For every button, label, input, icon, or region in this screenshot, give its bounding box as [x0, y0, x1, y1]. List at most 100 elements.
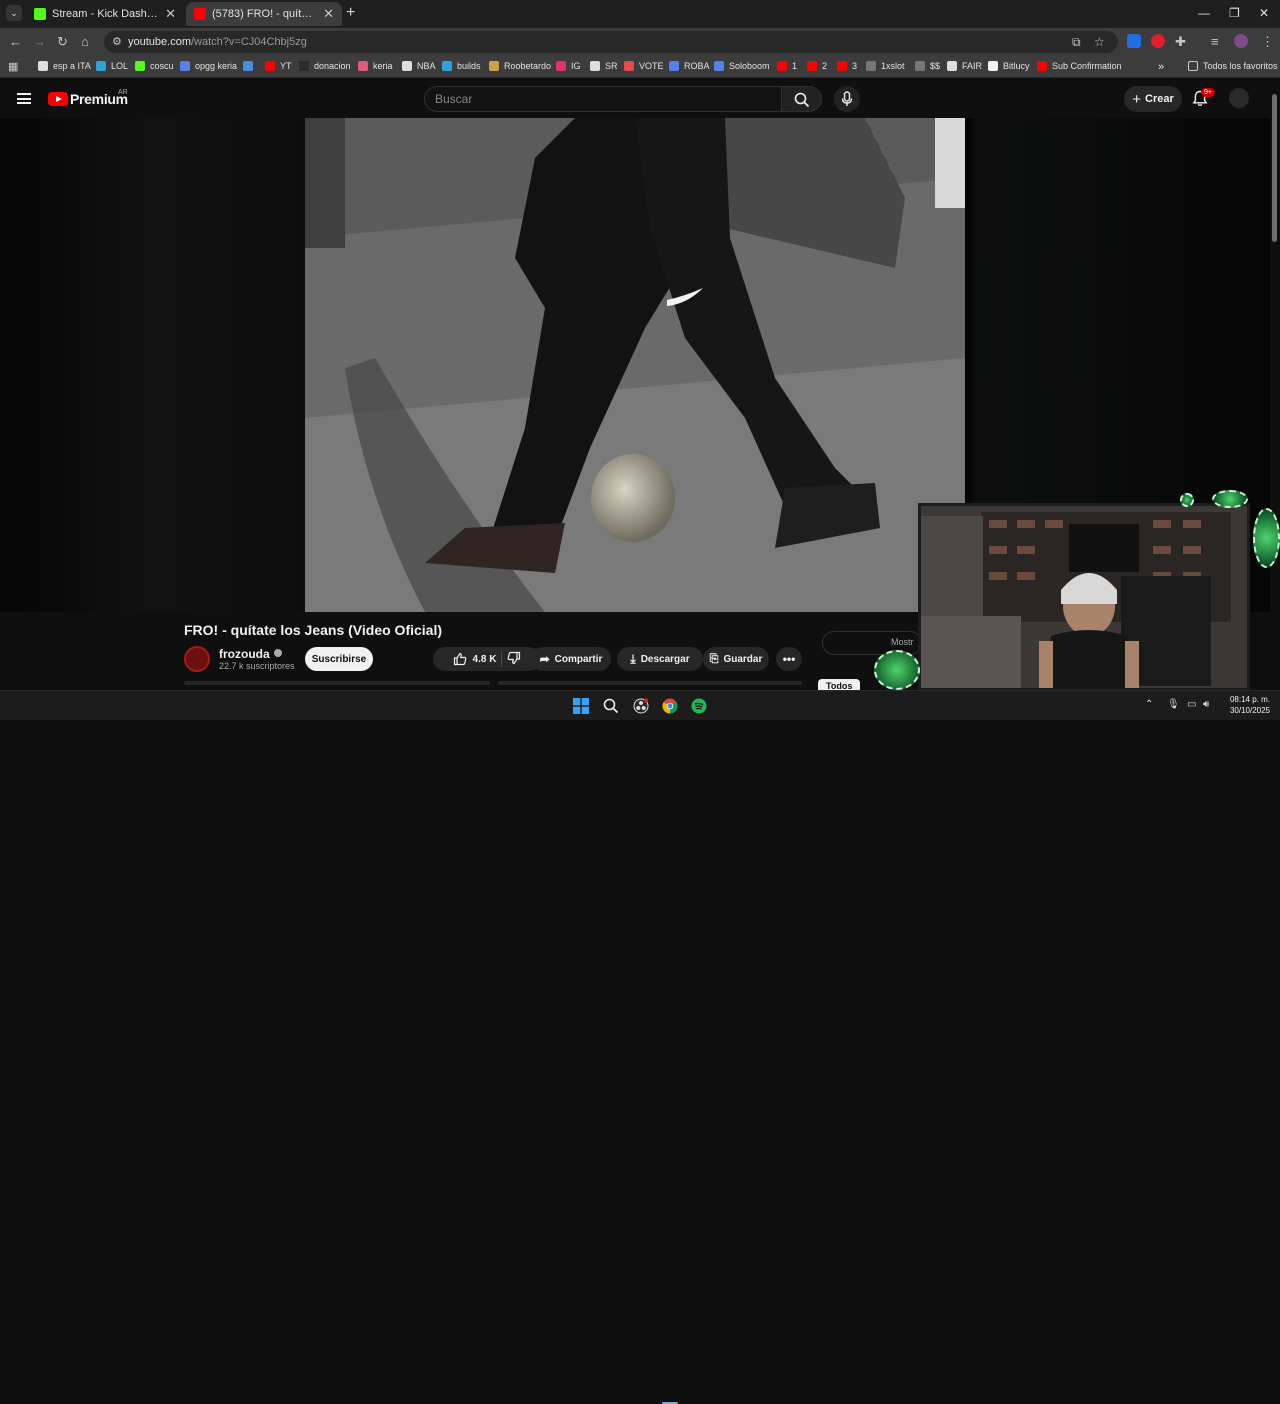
subscribe-button[interactable]: Suscribirse — [305, 647, 373, 671]
address-bar[interactable]: ⚙ youtube.com/watch?v=CJ04Chbj5zg ⧉ ☆ — [104, 31, 1118, 53]
spotify-app-icon[interactable] — [691, 698, 707, 714]
bookmark-item[interactable]: Roobetardo — [489, 61, 551, 71]
all-bookmarks-folder[interactable]: Todos los favoritos — [1188, 61, 1278, 71]
bookmark-item[interactable]: IG — [556, 61, 581, 71]
bookmark-item[interactable]: Sub Confirmation — [1037, 61, 1122, 71]
extension-icon[interactable] — [1127, 34, 1141, 48]
bookmark-item[interactable]: VOTE — [624, 61, 664, 71]
more-horizontal-icon: ••• — [782, 652, 796, 666]
bookmark-item[interactable]: 1 — [777, 61, 797, 71]
bookmark-favicon-icon — [777, 61, 787, 71]
save-button[interactable]: ⎘ Guardar — [703, 647, 769, 671]
extensions-puzzle-icon[interactable]: ✚ — [1175, 34, 1186, 50]
restore-icon[interactable]: ❐ — [1229, 6, 1240, 20]
bookmark-item[interactable]: 1xslot — [866, 61, 905, 71]
minimize-icon[interactable]: — — [1198, 6, 1210, 20]
tab-youtube-video[interactable]: (5783) FRO! - quítate los Jeans ✕ — [186, 2, 342, 26]
bookmark-item[interactable]: ROBA — [669, 61, 710, 71]
clock-time: 08:14 p. m. — [1229, 695, 1270, 704]
extension-icon[interactable] — [1151, 34, 1165, 48]
microphone-tray-icon[interactable]: 🎙︎ — [1167, 699, 1180, 710]
tab-kick-dashboard[interactable]: Stream - Kick Dashboard ✕ — [26, 2, 184, 26]
more-actions-button[interactable]: ••• — [776, 647, 802, 671]
region-code: AR — [118, 89, 128, 96]
bookmark-item[interactable]: keria — [358, 61, 393, 71]
thumbs-up-icon — [453, 652, 466, 666]
bookmark-item[interactable]: $$ — [915, 61, 940, 71]
bookmark-label: Sub Confirmation — [1052, 61, 1122, 71]
windows-start-icon[interactable] — [573, 698, 589, 714]
bookmark-favicon-icon — [96, 61, 106, 71]
chrome-menu-icon[interactable]: ⋮ — [1261, 34, 1274, 50]
bookmark-label: IG — [571, 61, 581, 71]
bookmark-item[interactable]: LOL — [96, 61, 128, 71]
channel-name-link[interactable]: frozouda — [219, 647, 282, 661]
poker-chip-decoration — [1253, 508, 1280, 568]
network-icon[interactable]: ▭ — [1187, 699, 1196, 710]
search-input[interactable] — [425, 87, 781, 111]
install-app-icon[interactable]: ⧉ — [1072, 35, 1081, 50]
notifications-badge: 9+ — [1201, 88, 1215, 97]
account-avatar[interactable] — [1229, 88, 1249, 108]
bookmark-item[interactable]: SR — [590, 61, 618, 71]
bookmark-item[interactable]: FAIR — [947, 61, 982, 71]
bookmark-item[interactable]: 2 — [807, 61, 827, 71]
bookmark-label: ROBA — [684, 61, 710, 71]
window-close-icon[interactable]: ✕ — [1259, 6, 1269, 20]
bookmark-item[interactable]: coscu — [135, 61, 174, 71]
obs-app-icon[interactable] — [633, 698, 649, 714]
new-tab-button[interactable]: + — [346, 5, 355, 21]
thumbs-down-icon — [508, 651, 521, 664]
voice-search-button[interactable] — [834, 86, 860, 112]
taskbar-search-icon[interactable] — [603, 698, 619, 714]
bookmark-item[interactable]: donacion — [299, 61, 351, 71]
volume-icon[interactable]: 🔊︎ — [1203, 699, 1209, 710]
bookmarks-overflow-icon[interactable]: » — [1158, 61, 1164, 73]
bookmark-favicon-icon — [358, 61, 368, 71]
bookmark-item[interactable] — [243, 61, 258, 71]
like-button[interactable]: 4.8 K — [453, 652, 496, 666]
bookmark-item[interactable]: builds — [442, 61, 481, 71]
search-button[interactable] — [782, 86, 822, 112]
tray-overflow-icon[interactable]: ⌃ — [1145, 699, 1153, 710]
bookmark-item[interactable]: Bitlucy — [988, 61, 1030, 71]
forward-icon[interactable]: → — [33, 34, 46, 49]
tab-close-icon[interactable]: ✕ — [323, 6, 334, 22]
page-scrollbar-thumb[interactable] — [1272, 94, 1277, 242]
video-frame[interactable] — [305, 118, 965, 612]
menu-hamburger-icon[interactable] — [17, 93, 31, 104]
bookmark-item[interactable]: 3 — [837, 61, 857, 71]
profile-avatar-icon[interactable] — [1234, 34, 1248, 48]
site-info-icon[interactable]: ⚙ — [112, 35, 122, 48]
poker-chip-decoration — [874, 650, 920, 690]
bookmark-label: esp a ITA — [53, 61, 91, 71]
bookmark-icon: ⎘ — [709, 652, 719, 665]
bookmarks-bar: ▦ esp a ITA LOL coscu opgg keria YT donacion k… — [0, 56, 1280, 78]
bookmark-item[interactable]: Soloboom — [714, 61, 770, 71]
back-icon[interactable]: ← — [9, 34, 22, 49]
bookmark-item[interactable]: NBA — [402, 61, 436, 71]
system-clock[interactable]: 08:14 p. m. 30/10/2025 — [1222, 694, 1270, 716]
bookmark-favicon-icon — [837, 61, 847, 71]
home-icon[interactable]: ⌂ — [81, 34, 89, 49]
download-button[interactable]: ⤓ Descargar — [617, 647, 703, 671]
youtube-logo-icon[interactable] — [48, 92, 68, 106]
media-queue-icon[interactable]: ≡ — [1211, 34, 1219, 49]
tab-search-button[interactable]: ⌄ — [6, 5, 22, 21]
bookmark-item[interactable]: esp a ITA — [38, 61, 91, 71]
like-divider — [501, 651, 503, 667]
bookmark-label: donacion — [314, 61, 351, 71]
bookmark-item[interactable]: opgg keria — [180, 61, 237, 71]
bookmark-item[interactable]: YT — [265, 61, 292, 71]
reload-icon[interactable]: ↻ — [57, 34, 68, 50]
channel-avatar[interactable] — [184, 646, 210, 672]
share-button[interactable]: ➦ Compartir — [531, 647, 611, 671]
bookmark-star-icon[interactable]: ☆ — [1094, 35, 1105, 49]
dislike-button[interactable] — [507, 651, 521, 668]
apps-grid-icon[interactable]: ▦ — [8, 60, 18, 73]
bookmark-label: FAIR — [962, 61, 983, 71]
chrome-app-icon[interactable] — [662, 698, 678, 714]
bookmark-label: Soloboom — [729, 61, 770, 71]
tab-close-icon[interactable]: ✕ — [165, 6, 176, 22]
create-button[interactable]: + Crear — [1124, 86, 1182, 112]
